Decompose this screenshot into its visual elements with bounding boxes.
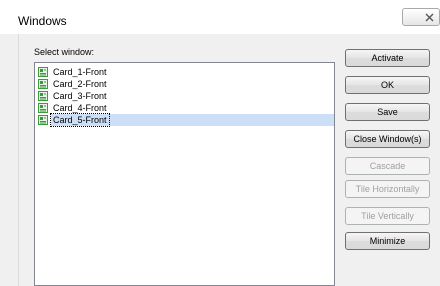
window-listbox[interactable]: Card_1-Front Card_2-Front Card_3-Front C… [34,62,335,286]
title-bar: Windows [0,0,440,34]
dialog-title: Windows [18,14,67,28]
tile-horizontally-button[interactable]: Tile Horizontally [345,180,430,198]
minimize-button[interactable]: Minimize [345,232,430,250]
close-icon [425,13,434,22]
list-item-label: Card_2-Front [53,79,107,89]
list-item[interactable]: Card_2-Front [38,78,333,90]
document-icon [38,103,48,113]
list-item[interactable]: Card_3-Front [38,90,333,102]
save-button[interactable]: Save [345,103,430,121]
windows-dialog: Windows Select window: Card_1-Front Card… [0,0,440,286]
list-item-label: Card_4-Front [53,103,107,113]
tile-vertically-button[interactable]: Tile Vertically [345,207,430,225]
ok-button[interactable]: OK [345,76,430,94]
list-item-label: Card_3-Front [53,91,107,101]
document-icon [38,115,48,125]
list-item-label: Card_1-Front [53,67,107,77]
list-item[interactable]: Card_4-Front [38,102,333,114]
list-item[interactable]: Card_5-Front [38,113,334,127]
select-window-label: Select window: [34,47,95,57]
document-icon [38,67,48,77]
list-item-label: Card_5-Front [50,113,110,127]
list-item[interactable]: Card_1-Front [38,66,333,78]
document-icon [38,91,48,101]
document-icon [38,79,48,89]
activate-button[interactable]: Activate [345,49,430,67]
close-windows-button[interactable]: Close Window(s) [345,130,430,148]
cascade-button[interactable]: Cascade [345,157,430,175]
close-button[interactable] [402,8,440,26]
